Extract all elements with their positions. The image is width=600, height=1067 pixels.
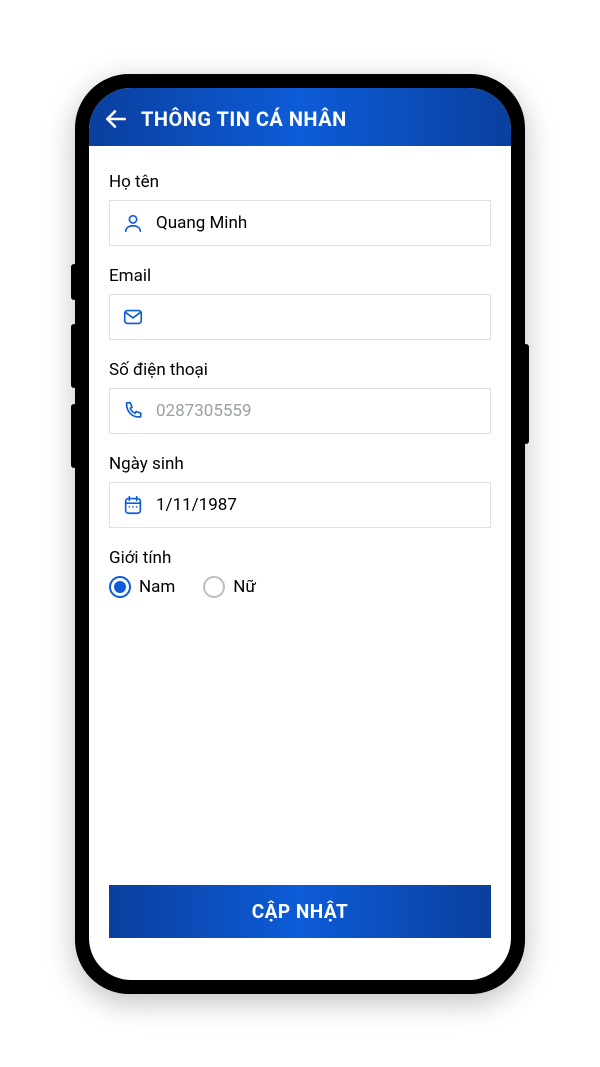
gender-radio-group: Nam Nữ	[109, 576, 491, 598]
submit-button[interactable]: CẬP NHẬT	[109, 885, 491, 938]
radio-unselected-icon	[203, 576, 225, 598]
gender-label: Giới tính	[109, 548, 491, 568]
page-title: THÔNG TIN CÁ NHÂN	[141, 107, 347, 131]
arrow-left-icon	[103, 106, 129, 132]
name-input[interactable]: Quang Minh	[109, 200, 491, 246]
envelope-icon	[122, 306, 144, 328]
phone-side-button	[71, 404, 77, 468]
dob-label: Ngày sinh	[109, 454, 491, 474]
gender-radio-female[interactable]: Nữ	[203, 576, 256, 598]
dob-input[interactable]: 1/11/1987	[109, 482, 491, 528]
phone-side-button	[71, 264, 77, 300]
dob-value: 1/11/1987	[156, 495, 478, 515]
form-content: Họ tên Quang Minh Email	[89, 146, 511, 980]
name-field-group: Họ tên Quang Minh	[109, 172, 491, 246]
gender-field-group: Giới tính Nam Nữ	[109, 548, 491, 598]
back-button[interactable]	[103, 106, 129, 132]
calendar-icon	[122, 494, 144, 516]
radio-selected-icon	[109, 576, 131, 598]
spacer	[109, 618, 491, 885]
phone-side-button	[523, 344, 529, 444]
phone-value: 0287305559	[156, 401, 478, 421]
app-screen: THÔNG TIN CÁ NHÂN Họ tên Quang Minh	[89, 88, 511, 980]
gender-radio-male[interactable]: Nam	[109, 576, 175, 598]
email-input[interactable]	[109, 294, 491, 340]
phone-frame: THÔNG TIN CÁ NHÂN Họ tên Quang Minh	[75, 74, 525, 994]
phone-field-group: Số điện thoại 0287305559	[109, 360, 491, 434]
dob-field-group: Ngày sinh 1/11/1987	[109, 454, 491, 528]
email-field-group: Email	[109, 266, 491, 340]
email-label: Email	[109, 266, 491, 286]
name-value: Quang Minh	[156, 213, 478, 233]
name-label: Họ tên	[109, 172, 491, 192]
phone-icon	[122, 400, 144, 422]
phone-side-button	[71, 324, 77, 388]
app-header: THÔNG TIN CÁ NHÂN	[89, 88, 511, 146]
gender-female-label: Nữ	[233, 577, 256, 597]
phone-label: Số điện thoại	[109, 360, 491, 380]
phone-input[interactable]: 0287305559	[109, 388, 491, 434]
gender-male-label: Nam	[139, 577, 175, 597]
user-icon	[122, 212, 144, 234]
submit-label: CẬP NHẬT	[252, 900, 349, 923]
